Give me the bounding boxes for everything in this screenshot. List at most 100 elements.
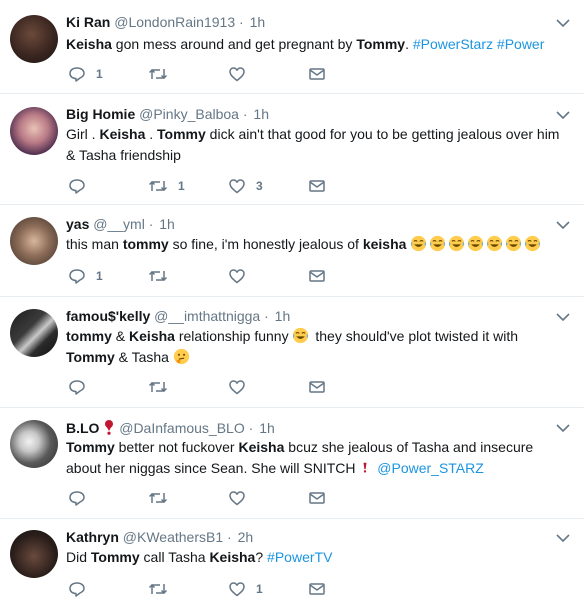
- reply-icon: [69, 67, 85, 82]
- retweet-button[interactable]: [148, 377, 178, 397]
- direct-message-icon: [309, 583, 325, 595]
- hashtag-link[interactable]: #Power: [497, 36, 544, 52]
- tweet[interactable]: Kathryn @KWeathersB1 · 2h Did Tommy call…: [0, 519, 584, 606]
- like-button[interactable]: [228, 64, 256, 84]
- direct-message-button[interactable]: [308, 266, 326, 286]
- highlighted-keyword: Tommy: [66, 349, 115, 365]
- tweet-text: this man tommy so fine, i'm honestly jea…: [66, 234, 570, 255]
- tweet-text-segment: .: [405, 36, 413, 52]
- tweet-text-segment: call Tasha: [139, 549, 210, 565]
- tweet-text-segment: &: [111, 328, 130, 344]
- display-name[interactable]: famou$'kelly: [66, 308, 150, 324]
- display-name[interactable]: Kathryn: [66, 529, 119, 545]
- tweet-header: famou$'kelly @__imthattnigga · 1h: [66, 308, 290, 324]
- separator-dot: ·: [148, 216, 154, 232]
- retweet-icon: [148, 492, 168, 504]
- avatar[interactable]: [10, 15, 58, 63]
- tweet-actions: 1 3: [66, 176, 386, 196]
- retweet-button[interactable]: [148, 488, 178, 508]
- direct-message-icon: [309, 180, 325, 192]
- timestamp[interactable]: 1h: [159, 216, 175, 232]
- separator-dot: ·: [242, 106, 248, 122]
- tweet-text: Tommy better not fuckover Keisha bcuz sh…: [66, 437, 570, 479]
- tears-of-joy-emoji-icon: [525, 235, 541, 252]
- reply-icon: [69, 491, 85, 506]
- retweet-button[interactable]: [148, 64, 178, 84]
- retweet-button[interactable]: [148, 579, 178, 599]
- tweet-actions: 1: [66, 64, 386, 84]
- tweet[interactable]: Ki Ran @LondonRain1913 · 1h Keisha gon m…: [0, 0, 584, 94]
- avatar[interactable]: [10, 530, 58, 578]
- avatar[interactable]: [10, 217, 58, 265]
- like-count: 1: [256, 582, 263, 596]
- timestamp[interactable]: 1h: [253, 106, 269, 122]
- reply-button[interactable]: 1: [68, 64, 103, 84]
- caret-down-icon[interactable]: [556, 110, 570, 120]
- separator-dot: ·: [227, 529, 232, 545]
- tweet[interactable]: yas @__yml · 1h this man tommy so fine, …: [0, 205, 584, 297]
- direct-message-button[interactable]: [308, 377, 326, 397]
- tweet-text-segment: & Tasha: [114, 349, 173, 365]
- highlighted-keyword: Keisha: [66, 36, 112, 52]
- display-name[interactable]: Ki Ran: [66, 14, 110, 30]
- caret-down-icon[interactable]: [556, 18, 570, 28]
- timestamp[interactable]: 1h: [275, 308, 291, 324]
- tweet[interactable]: B.LO @DaInfamous_BLO · 1h Tommy better n…: [0, 408, 584, 519]
- reply-button[interactable]: [68, 488, 96, 508]
- like-button[interactable]: 3: [228, 176, 263, 196]
- mention-link[interactable]: @Power_STARZ: [377, 460, 484, 476]
- direct-message-icon: [309, 270, 325, 282]
- timestamp[interactable]: 2h: [238, 529, 254, 545]
- caret-down-icon[interactable]: [556, 312, 570, 322]
- retweet-button[interactable]: 1: [148, 176, 185, 196]
- direct-message-button[interactable]: [308, 488, 326, 508]
- user-handle[interactable]: @__imthattnigga: [154, 308, 260, 324]
- retweet-icon: [148, 270, 168, 282]
- display-name[interactable]: B.LO: [66, 420, 99, 436]
- caret-down-icon[interactable]: [556, 423, 570, 433]
- direct-message-button[interactable]: [308, 579, 326, 599]
- caret-down-icon[interactable]: [556, 220, 570, 230]
- display-name[interactable]: Big Homie: [66, 106, 135, 122]
- direct-message-button[interactable]: [308, 176, 326, 196]
- tears-of-joy-emoji-icon: [449, 235, 465, 252]
- highlighted-keyword: Tommy: [157, 126, 206, 142]
- tweet-timeline: Ki Ran @LondonRain1913 · 1h Keisha gon m…: [0, 0, 584, 606]
- user-handle[interactable]: @__yml: [93, 216, 145, 232]
- like-button[interactable]: [228, 488, 256, 508]
- like-button[interactable]: 1: [228, 579, 263, 599]
- tweet-actions: [66, 377, 386, 397]
- display-name[interactable]: yas: [66, 216, 89, 232]
- like-icon: [229, 491, 245, 506]
- tweet[interactable]: famou$'kelly @__imthattnigga · 1h tommy …: [0, 297, 584, 408]
- like-icon: [229, 67, 245, 82]
- reply-button[interactable]: [68, 579, 96, 599]
- user-handle[interactable]: @Pinky_Balboa: [139, 106, 239, 122]
- tweet-actions: [66, 488, 386, 508]
- hashtag-link[interactable]: #PowerStarz: [413, 36, 493, 52]
- caret-down-icon[interactable]: [556, 533, 570, 543]
- avatar[interactable]: [10, 420, 58, 468]
- tweet-text-segment: Girl .: [66, 126, 100, 142]
- highlighted-keyword: keisha: [362, 236, 407, 252]
- reply-button[interactable]: 1: [68, 266, 103, 286]
- avatar[interactable]: [10, 107, 58, 155]
- like-button[interactable]: [228, 377, 256, 397]
- user-handle[interactable]: @DaInfamous_BLO: [119, 420, 245, 436]
- avatar[interactable]: [10, 309, 58, 357]
- user-handle[interactable]: @LondonRain1913: [114, 14, 235, 30]
- tweet[interactable]: Big Homie @Pinky_Balboa · 1h Girl . Keis…: [0, 94, 584, 205]
- reply-button[interactable]: [68, 377, 96, 397]
- timestamp[interactable]: 1h: [259, 420, 275, 436]
- hashtag-link[interactable]: #PowerTV: [267, 549, 332, 565]
- retweet-count: 1: [178, 179, 185, 193]
- user-handle[interactable]: @KWeathersB1: [123, 529, 223, 545]
- reply-button[interactable]: [68, 176, 96, 196]
- retweet-button[interactable]: [148, 266, 178, 286]
- reply-icon: [69, 269, 85, 284]
- like-button[interactable]: [228, 266, 256, 286]
- timestamp[interactable]: 1h: [250, 14, 266, 30]
- direct-message-button[interactable]: [308, 64, 326, 84]
- tears-of-joy-emoji-icon: [411, 235, 427, 252]
- retweet-icon: [148, 68, 168, 80]
